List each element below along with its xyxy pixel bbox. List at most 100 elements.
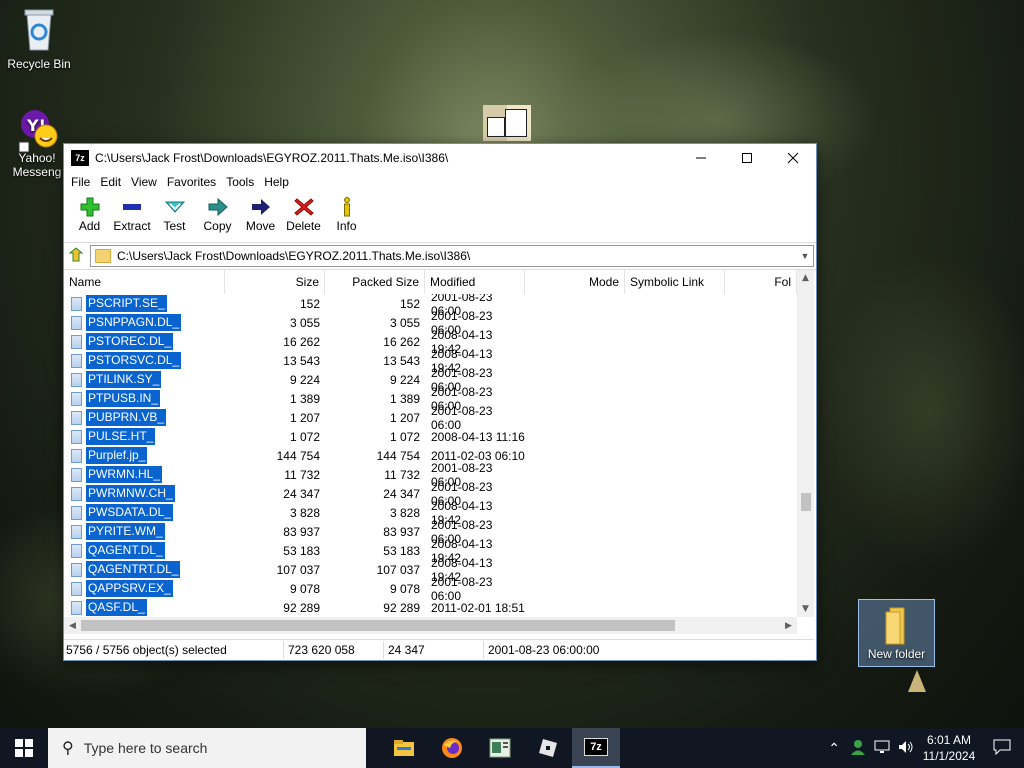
close-button[interactable]	[770, 144, 816, 172]
roblox-icon	[539, 739, 557, 757]
taskbar-firefox[interactable]	[428, 728, 476, 768]
info-button[interactable]: Info	[325, 192, 368, 233]
file-row[interactable]: QAPPSRV.EX_ 9 078 9 078 2001-08-23 06:00	[64, 575, 797, 603]
menu-edit[interactable]: Edit	[95, 175, 126, 189]
file-row[interactable]: PUBPRN.VB_ 1 207 1 207 2001-08-23 06:00	[64, 404, 797, 432]
file-name-cell: QASF.DL_	[64, 599, 225, 616]
menu-view[interactable]: View	[126, 175, 162, 189]
status-total-size: 723 620 058	[284, 641, 384, 659]
notification-icon[interactable]	[980, 739, 1024, 758]
delete-icon	[293, 198, 314, 216]
minimize-button[interactable]	[678, 144, 724, 172]
menu-file[interactable]: File	[66, 175, 95, 189]
scroll-right-icon[interactable]: ▶	[780, 621, 797, 631]
file-icon	[71, 505, 82, 520]
file-packed-size: 83 937	[383, 524, 420, 539]
move-button[interactable]: Move	[239, 192, 282, 233]
file-size: 1 207	[289, 410, 320, 425]
file-name-cell: PSTOREC.DL_	[64, 333, 225, 350]
vertical-scrollbar[interactable]: ▲ ▼	[797, 270, 814, 617]
test-icon	[164, 201, 185, 213]
file-name: PSTOREC.DL_	[86, 333, 174, 350]
file-icon	[71, 600, 82, 615]
file-name-cell: PSNPPAGN.DL_	[64, 314, 225, 331]
column-size[interactable]: Size	[225, 270, 325, 294]
taskbar-app-window[interactable]	[476, 728, 524, 768]
menu-favorites[interactable]: Favorites	[162, 175, 221, 189]
column-mode[interactable]: Mode	[525, 270, 625, 294]
delete-button[interactable]: Delete	[282, 192, 325, 233]
file-list: PSCRIPT.SE_ 152 152 2001-08-23 06:00 PSNPPAG…	[64, 294, 797, 617]
title-bar[interactable]: 7z C:\Users\Jack Frost\Downloads\EGYROZ.…	[64, 144, 816, 172]
file-size: 24 347	[283, 486, 320, 501]
firefox-icon	[442, 738, 462, 758]
recycle-bin-icon	[1, 6, 77, 55]
taskbar-7zip[interactable]: 7z	[572, 728, 620, 768]
file-modified: 2011-02-01 18:51	[431, 600, 525, 615]
address-bar[interactable]: C:\Users\Jack Frost\Downloads\EGYROZ.201…	[90, 245, 814, 267]
horizontal-scrollbar[interactable]: ◀ ▶	[64, 617, 797, 634]
delete-label: Delete	[286, 219, 321, 233]
file-packed-size: 1 207	[389, 410, 420, 425]
file-packed-size: 13 543	[383, 353, 420, 368]
column-symbolic-link[interactable]: Symbolic Link	[625, 270, 725, 294]
add-label: Add	[78, 219, 101, 233]
clock-date: 11/1/2024	[922, 749, 976, 763]
file-row[interactable]: QASF.DL_ 92 289 92 289 2011-02-01 18:51	[64, 598, 797, 617]
clock-time: 6:01 AM	[926, 733, 972, 747]
test-button[interactable]: Test	[153, 192, 196, 233]
clock[interactable]: 6:01 AM 11/1/2024	[918, 732, 980, 764]
status-item-modified: 2001-08-23 06:00:00	[488, 643, 600, 657]
column-modified[interactable]: Modified	[425, 270, 525, 294]
start-button[interactable]	[0, 728, 48, 768]
file-packed-size: 144 754	[376, 448, 420, 463]
file-size: 144 754	[276, 448, 320, 463]
file-packed-size: 24 347	[383, 486, 420, 501]
volume-icon[interactable]	[894, 740, 918, 757]
file-modified: 2001-08-23 06:00	[431, 403, 493, 432]
file-size: 3 828	[289, 505, 320, 520]
pixel-art-icon[interactable]	[483, 105, 531, 141]
file-packed-size: 3 055	[389, 315, 420, 330]
menu-tools[interactable]: Tools	[221, 175, 259, 189]
chevron-up-icon[interactable]: ⌃	[822, 740, 846, 757]
desktop-icon-recycle-bin[interactable]: Recycle Bin	[1, 6, 77, 71]
desktop-icon-new-folder[interactable]: New folder	[858, 599, 935, 667]
vertical-scroll-thumb[interactable]	[801, 493, 811, 511]
list-header: Name Size Packed Size Modified Mode Symb…	[64, 270, 797, 294]
extract-button[interactable]: Extract	[111, 192, 153, 233]
file-size: 13 543	[283, 353, 320, 368]
file-size: 152	[299, 296, 320, 311]
system-tray: ⌃ 6:01 AM 11/1/2024	[822, 728, 1024, 768]
copy-button[interactable]: Copy	[196, 192, 239, 233]
network-icon[interactable]	[870, 740, 894, 757]
menu-help[interactable]: Help	[259, 175, 294, 189]
column-name[interactable]: Name	[64, 270, 225, 294]
user-icon[interactable]	[846, 739, 870, 758]
taskbar-search-box[interactable]: ⚲ Type here to search	[48, 728, 366, 768]
file-size: 11 732	[284, 467, 320, 482]
scroll-down-icon[interactable]: ▼	[797, 601, 814, 617]
7zip-taskbar-icon: 7z	[584, 738, 608, 756]
file-packed-size: 1 389	[389, 391, 420, 406]
add-button[interactable]: Add	[68, 192, 111, 233]
file-name-cell: PSCRIPT.SE_	[64, 295, 225, 312]
up-folder-button[interactable]	[64, 246, 90, 266]
app-window-icon	[489, 738, 511, 758]
search-placeholder: Type here to search	[83, 740, 208, 756]
maximize-button[interactable]	[724, 144, 770, 172]
taskbar-file-explorer[interactable]	[380, 728, 428, 768]
file-icon	[71, 524, 82, 539]
scroll-up-icon[interactable]: ▲	[797, 270, 814, 286]
7zip-app-icon: 7z	[71, 150, 89, 166]
file-row[interactable]: PULSE.HT_ 1 072 1 072 2008-04-13 11:16	[64, 427, 797, 446]
file-name: PSCRIPT.SE_	[86, 295, 167, 312]
horizontal-scroll-thumb[interactable]	[81, 620, 675, 631]
chevron-down-icon[interactable]: ▼	[797, 251, 813, 261]
file-name-cell: PTILINK.SY_	[64, 371, 225, 388]
file-name: PULSE.HT_	[86, 428, 156, 445]
column-packed-size[interactable]: Packed Size	[325, 270, 425, 294]
column-folder[interactable]: Fol	[725, 270, 797, 294]
taskbar-roblox[interactable]	[524, 728, 572, 768]
scroll-left-icon[interactable]: ◀	[64, 621, 81, 631]
